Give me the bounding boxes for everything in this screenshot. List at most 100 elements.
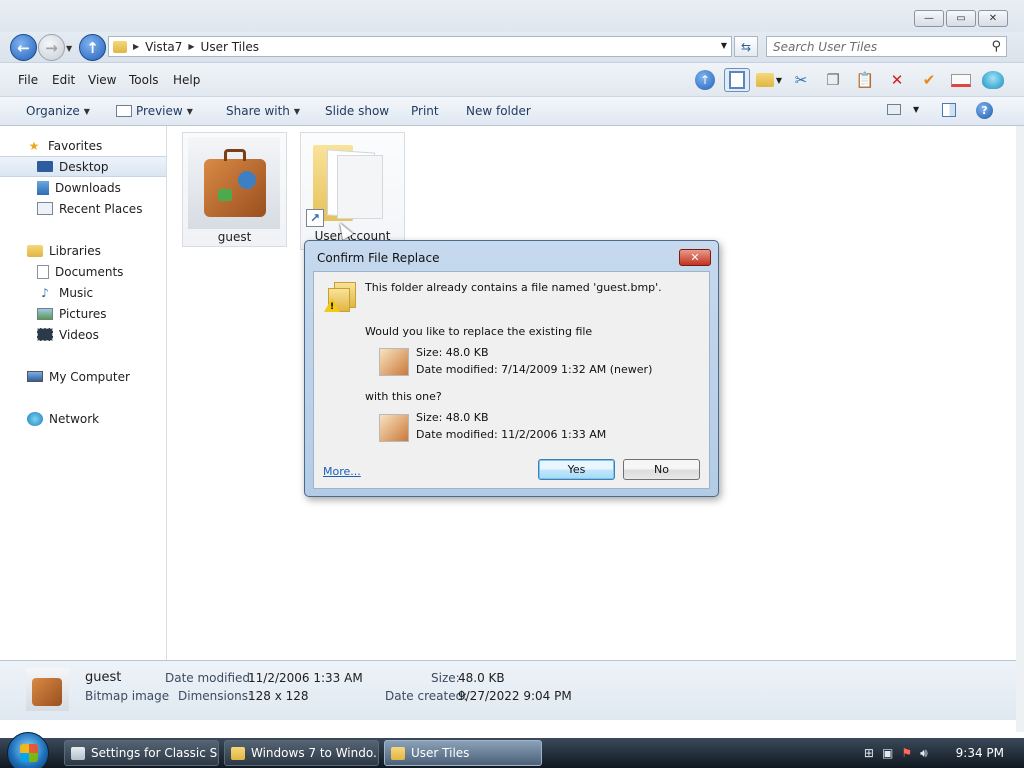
details-size: 48.0 KB: [458, 671, 505, 685]
minimize-button[interactable]: —: [914, 10, 944, 27]
breadcrumb-separator-icon[interactable]: ▶: [188, 42, 194, 51]
task-label: Settings for Classic S...: [91, 746, 219, 760]
nav-my-computer[interactable]: My Computer: [0, 366, 166, 387]
network-tray-icon[interactable]: ⊞: [864, 746, 874, 760]
menu-help[interactable]: Help: [173, 73, 200, 87]
menu-tools[interactable]: Tools: [129, 73, 159, 87]
menu-edit[interactable]: Edit: [52, 73, 75, 87]
new-folder-button[interactable]: New folder: [466, 104, 531, 118]
preview-label: Preview: [136, 104, 183, 118]
details-dimensions: 128 x 128: [248, 689, 309, 703]
details-date-modified-label: Date modified:: [165, 671, 255, 685]
display-tray-icon[interactable]: ▣: [882, 746, 893, 760]
nav-music[interactable]: ♪ Music: [0, 282, 166, 303]
folder-icon: [391, 746, 405, 760]
forward-button[interactable]: →: [38, 34, 65, 61]
back-button[interactable]: ←: [10, 34, 37, 61]
chevron-down-icon: ▼: [293, 106, 301, 116]
taskbar-item-settings[interactable]: Settings for Classic S...: [64, 740, 219, 766]
address-dropdown-icon[interactable]: ▼: [721, 41, 727, 50]
nav-downloads[interactable]: Downloads: [0, 177, 166, 198]
folder-options-icon[interactable]: ▼: [756, 68, 782, 92]
rename-icon[interactable]: [948, 68, 974, 92]
nav-network[interactable]: Network: [0, 408, 166, 429]
help-icon: ?: [976, 102, 993, 119]
recent-places-icon: [37, 202, 53, 215]
up-button[interactable]: ↑: [79, 34, 106, 61]
breadcrumb-user-tiles[interactable]: User Tiles: [201, 40, 259, 54]
nav-documents-label: Documents: [55, 264, 124, 279]
maximize-button[interactable]: ▭: [946, 10, 976, 27]
details-thumbnail-icon: [26, 668, 69, 711]
nav-videos[interactable]: Videos: [0, 324, 166, 345]
folder-warning-icon: !: [324, 280, 358, 314]
dialog-close-button[interactable]: ✕: [679, 249, 711, 266]
nav-pictures[interactable]: Pictures: [0, 303, 166, 324]
search-input[interactable]: Search User Tiles ⚲: [766, 36, 1007, 57]
copy-icon[interactable]: ❐: [820, 68, 846, 92]
nav-music-label: Music: [59, 285, 94, 300]
up-arrow-icon[interactable]: ↑: [692, 68, 718, 92]
change-view-button[interactable]: ▼: [887, 104, 919, 115]
computer-icon: [27, 371, 43, 382]
pictures-icon: [37, 307, 53, 320]
forward-arrow-icon: →: [45, 38, 58, 57]
up-arrow-icon: ↑: [86, 38, 99, 57]
preview-button[interactable]: Preview ▼: [116, 104, 193, 118]
preview-pane-button[interactable]: [942, 103, 956, 117]
desktop-icon: [37, 161, 53, 172]
nav-desktop-label: Desktop: [59, 159, 109, 174]
globe-icon[interactable]: [980, 68, 1006, 92]
file-item-guest[interactable]: guest: [182, 132, 287, 247]
vertical-scrollbar[interactable]: [1016, 126, 1024, 732]
title-bar: — ▭ ✕: [0, 0, 1024, 32]
nav-favorites-label: Favorites: [48, 138, 103, 153]
recent-pages-dropdown[interactable]: ▼: [66, 44, 72, 53]
more-link[interactable]: More...: [323, 465, 361, 478]
menu-file[interactable]: File: [18, 73, 38, 87]
taskbar-item-user-tiles[interactable]: User Tiles: [384, 740, 542, 766]
new-file-size: Size: 48.0 KB: [416, 411, 489, 424]
breadcrumb-vista7[interactable]: Vista7: [145, 40, 182, 54]
yes-button[interactable]: Yes: [538, 459, 615, 480]
check-icon[interactable]: ✔: [916, 68, 942, 92]
print-button[interactable]: Print: [411, 104, 439, 118]
help-button[interactable]: ?: [976, 102, 993, 119]
taskbar-item-windows7[interactable]: Windows 7 to Windo...: [224, 740, 379, 766]
clock[interactable]: 9:34 PM: [956, 746, 1004, 760]
organize-button[interactable]: Organize ▼: [26, 104, 90, 118]
search-icon[interactable]: ⚲: [991, 39, 1001, 54]
nav-favorites[interactable]: ★ Favorites: [26, 135, 166, 156]
no-button[interactable]: No: [623, 459, 700, 480]
details-date-modified: 11/2/2006 1:33 AM: [248, 671, 363, 685]
nav-desktop[interactable]: Desktop: [0, 156, 166, 177]
preview-pane-icon[interactable]: [724, 68, 750, 92]
details-size-label: Size:: [431, 671, 460, 685]
nav-documents[interactable]: Documents: [0, 261, 166, 282]
paste-icon[interactable]: 📋: [852, 68, 878, 92]
flag-tray-icon[interactable]: ⚑: [901, 746, 912, 760]
nav-libraries[interactable]: Libraries: [0, 240, 166, 261]
nav-recent-places[interactable]: Recent Places: [0, 198, 166, 219]
back-arrow-icon: ←: [17, 38, 30, 57]
new-file-date: Date modified: 11/2/2006 1:33 AM: [416, 428, 607, 441]
delete-icon[interactable]: ✕: [884, 68, 910, 92]
close-button[interactable]: ✕: [978, 10, 1008, 27]
details-file-name: guest: [85, 670, 122, 685]
volume-icon[interactable]: 🔊︎: [920, 746, 928, 761]
start-button[interactable]: [7, 732, 49, 768]
documents-icon: [37, 264, 49, 279]
toolbar-icons: ↑ ▼ ✂ ❐ 📋 ✕ ✔: [692, 68, 1006, 92]
details-file-type: Bitmap image: [85, 689, 170, 703]
dialog-body: ! This folder already contains a file na…: [313, 271, 710, 489]
settings-icon: [71, 746, 85, 760]
breadcrumb-separator-icon[interactable]: ▶: [133, 42, 139, 51]
address-bar[interactable]: ▶ Vista7 ▶ User Tiles ▼: [108, 36, 732, 57]
share-with-label: Share with: [226, 104, 290, 118]
cut-icon[interactable]: ✂: [788, 68, 814, 92]
refresh-button[interactable]: ⇆: [734, 36, 758, 57]
menu-view[interactable]: View: [88, 73, 116, 87]
slide-show-button[interactable]: Slide show: [325, 104, 389, 118]
share-with-button[interactable]: Share with ▼: [226, 104, 300, 118]
command-bar: Organize ▼ Preview ▼ Share with ▼ Slide sho…: [0, 96, 1024, 126]
